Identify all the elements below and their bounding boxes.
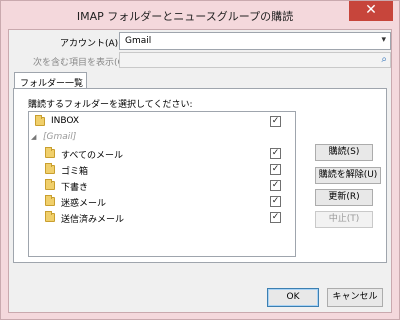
tab-folder-list[interactable]: フォルダー一覧(L) (14, 72, 87, 99)
account-label: アカウント(A): (60, 39, 122, 49)
chevron-down-icon: ▾ (381, 35, 386, 45)
subscribe-checkbox[interactable]: ✓ (270, 196, 281, 207)
ok-button[interactable]: OK (267, 288, 319, 307)
update-button[interactable]: 更新(R) (315, 189, 373, 206)
list-item[interactable]: INBOX ✓ (29, 114, 295, 130)
list-item[interactable]: 下書き ✓ (29, 178, 295, 194)
expand-toggle-icon[interactable]: ◢ (31, 133, 36, 141)
folder-icon (35, 115, 45, 126)
list-item[interactable]: 迷惑メール ✓ (29, 194, 295, 210)
subscribe-checkbox[interactable]: ✓ (270, 180, 281, 191)
subscribe-checkbox[interactable]: ✓ (270, 148, 281, 159)
search-icon[interactable]: ⌕ (381, 54, 387, 65)
close-button[interactable]: ✕ (349, 1, 393, 21)
cancel-button[interactable]: キャンセル (327, 288, 383, 307)
folder-name: [Gmail] (43, 132, 77, 142)
list-item[interactable]: ゴミ箱 ✓ (29, 162, 295, 178)
folder-name: INBOX (51, 116, 80, 126)
close-icon: ✕ (365, 2, 377, 18)
folder-name: すべてのメール (61, 151, 124, 161)
subscribe-checkbox[interactable]: ✓ (270, 212, 281, 223)
list-item[interactable]: 送信済みメール ✓ (29, 210, 295, 226)
dialog-window: IMAP フォルダーとニュースグループの購読 ✕ アカウント(A): Gmail… (0, 0, 400, 320)
folder-icon (45, 147, 55, 158)
folder-name: 送信済みメール (61, 215, 125, 225)
dialog-body: アカウント(A): Gmail ▾ 次を含む項目を表示(Q): ⌕ フォルダー一… (8, 29, 392, 313)
folder-list-panel: 購読するフォルダーを選択してください: INBOX ✓ ◢ [Gmail] すべ… (13, 88, 387, 263)
folder-name: ゴミ箱 (61, 167, 89, 177)
list-item[interactable]: ◢ [Gmail] (29, 130, 295, 146)
account-value: Gmail (125, 36, 152, 46)
subscribe-checkbox[interactable]: ✓ (270, 116, 281, 127)
window-title: IMAP フォルダーとニュースグループの購読 (76, 10, 294, 23)
account-dropdown[interactable]: Gmail ▾ (119, 32, 391, 50)
unsubscribe-button[interactable]: 購読を解除(U) (315, 167, 381, 184)
folder-icon (45, 211, 55, 222)
folder-list-instruction: 購読するフォルダーを選択してください: (28, 100, 193, 110)
folder-tree[interactable]: INBOX ✓ ◢ [Gmail] すべてのメール ✓ ゴミ箱 ✓ 下書き ✓ … (28, 111, 296, 257)
folder-icon (45, 195, 55, 206)
display-filter-label: 次を含む項目を表示(Q): (33, 58, 132, 68)
stop-button[interactable]: 中止(T) (315, 211, 373, 228)
folder-icon (45, 163, 55, 174)
display-filter-input[interactable]: ⌕ (119, 52, 391, 68)
subscribe-checkbox[interactable]: ✓ (270, 164, 281, 175)
folder-name: 迷惑メール (61, 199, 107, 209)
subscribe-button[interactable]: 購読(S) (315, 144, 373, 161)
folder-icon (45, 179, 55, 190)
list-item[interactable]: すべてのメール ✓ (29, 146, 295, 162)
folder-name: 下書き (61, 183, 89, 193)
title-bar[interactable]: IMAP フォルダーとニュースグループの購読 ✕ (1, 1, 399, 29)
